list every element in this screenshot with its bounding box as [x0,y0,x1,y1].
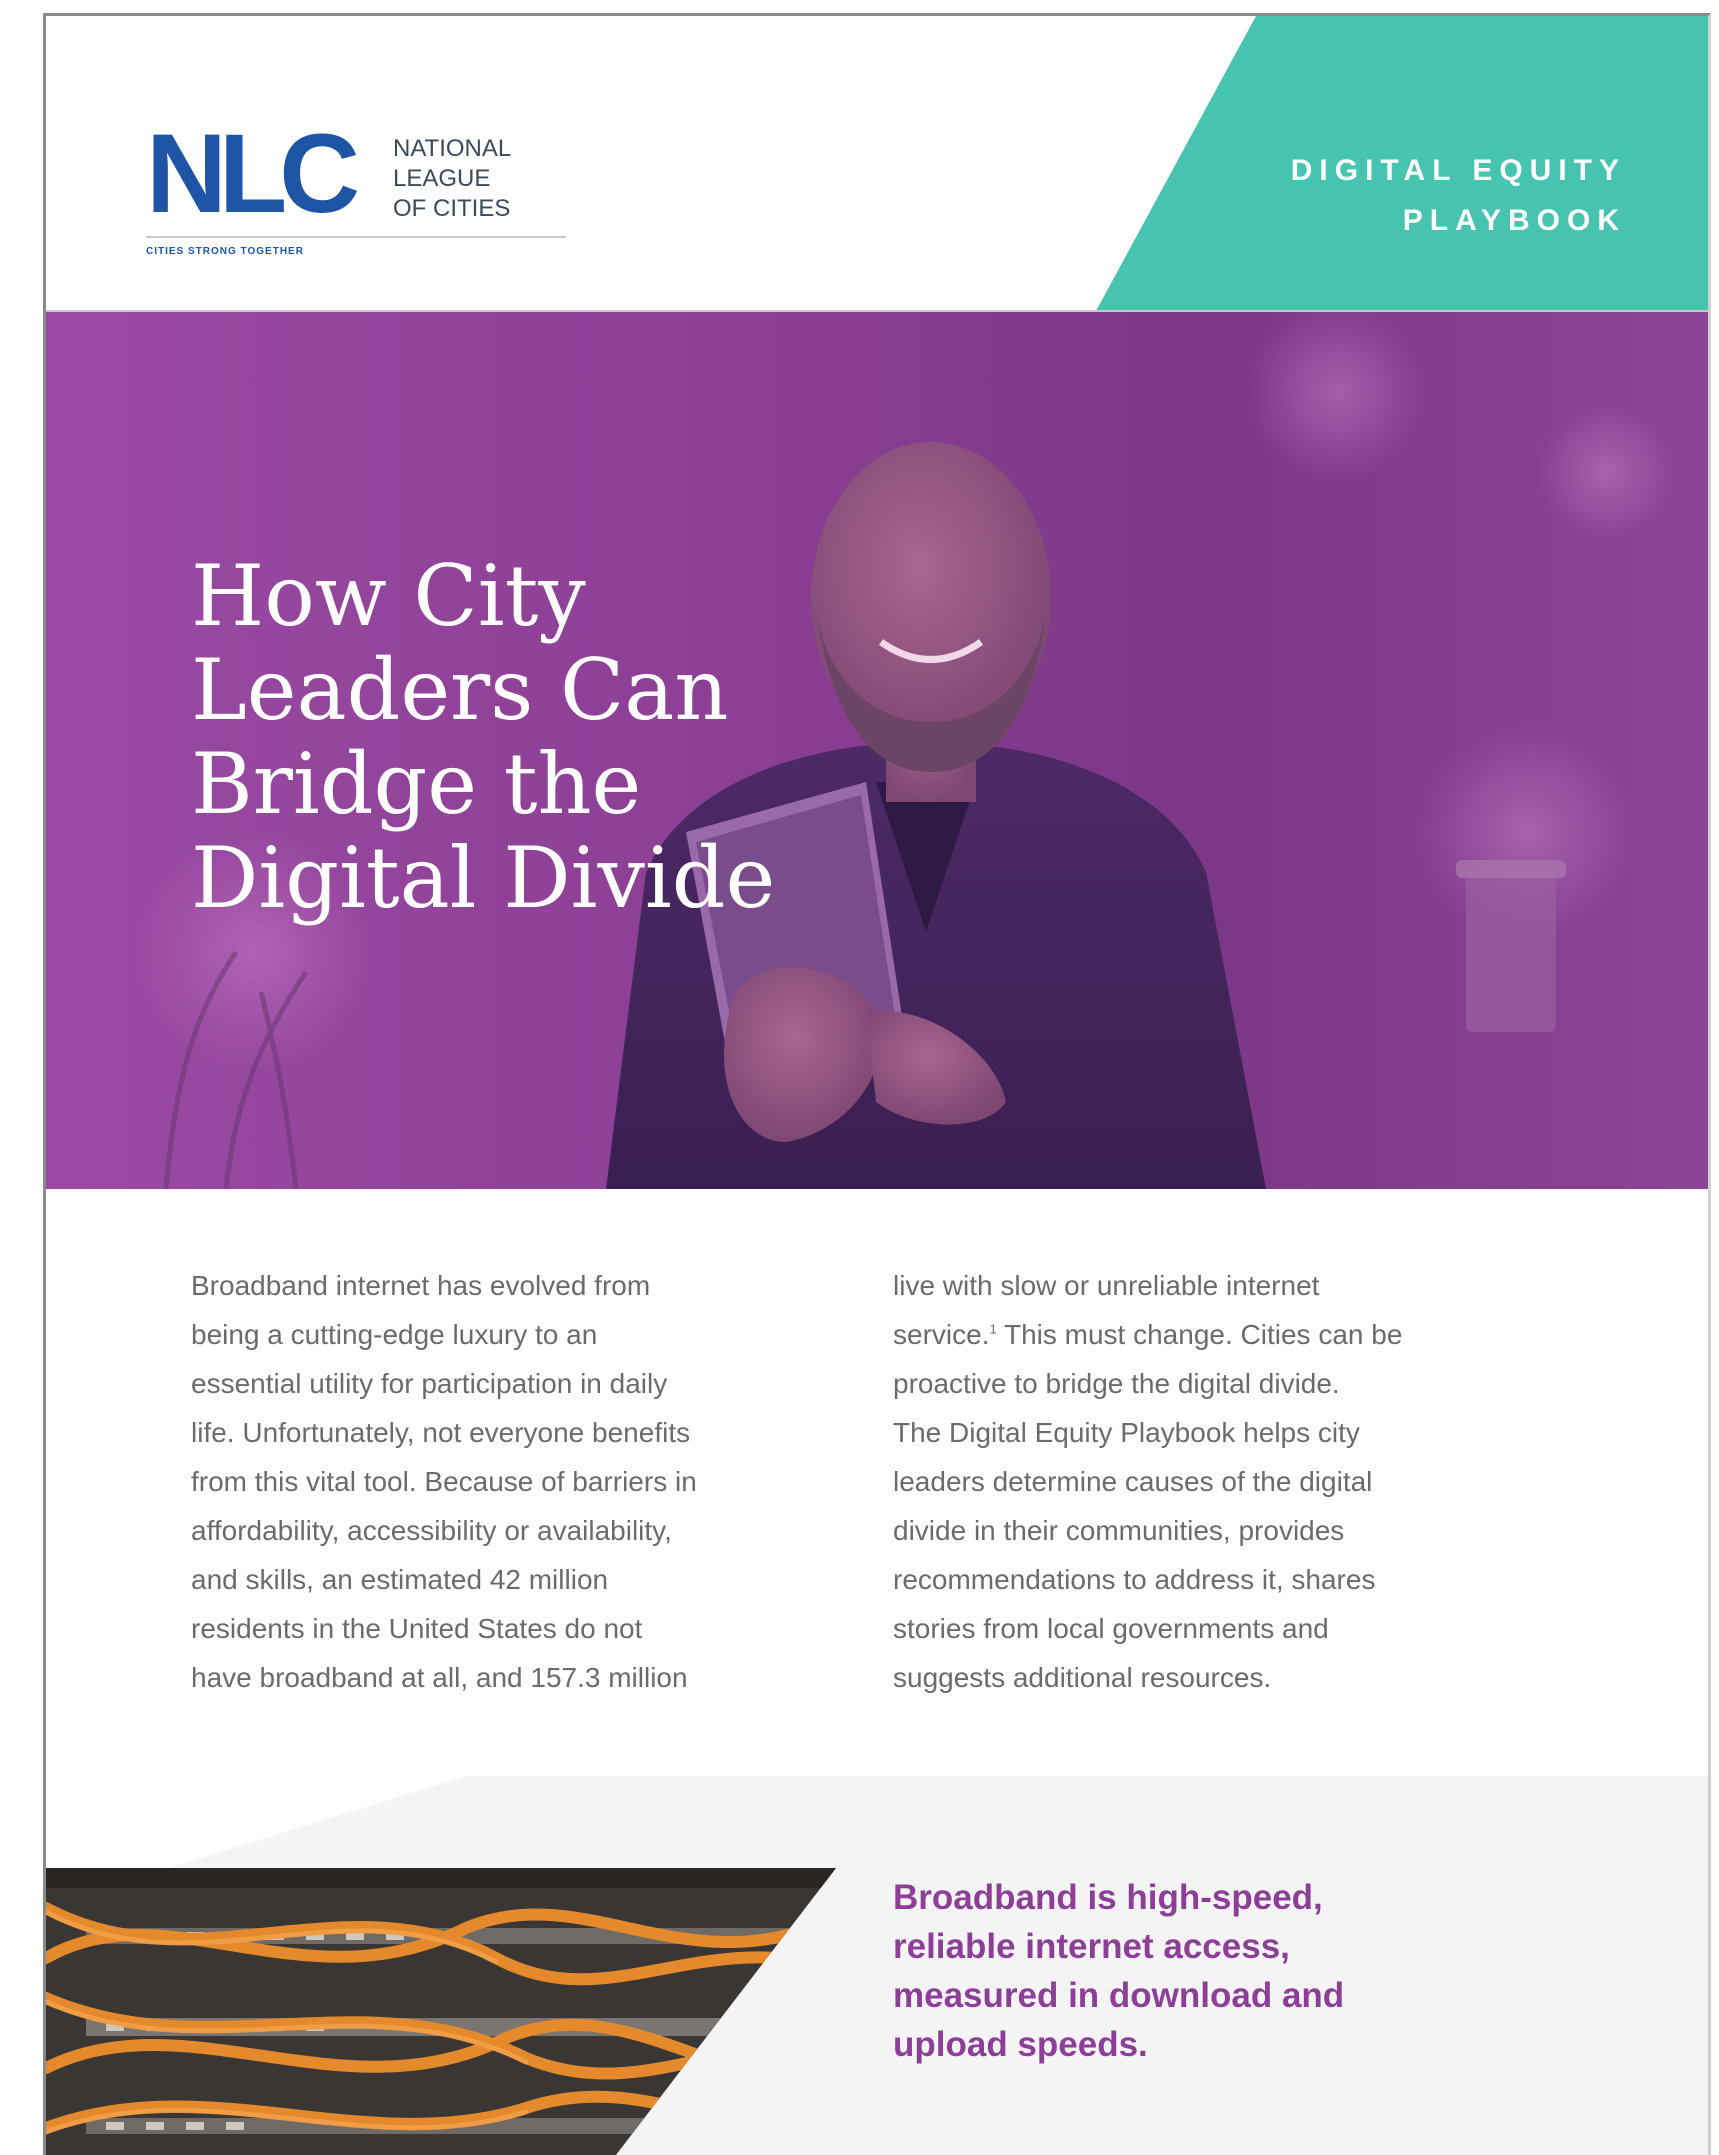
page-title: How City Leaders Can Bridge the Digital … [191,549,811,925]
definition-line: measured in download and [893,1976,1345,2015]
intro-line: suggests additional resources. [893,1662,1272,1693]
logo-mark: NLC [146,111,360,236]
definition-line: reliable internet access, [893,1927,1290,1966]
intro-line-part: This must change. Cities can be [996,1319,1403,1350]
intro-line: Broadband internet has evolved from [191,1270,651,1301]
hero-image: How City Leaders Can Bridge the Digital … [46,312,1708,1189]
logo-org-name-line-1: NATIONAL [393,135,512,162]
series-title-line-2: PLAYBOOK [1402,204,1626,237]
intro-line: and skills, an estimated 42 million [191,1564,609,1595]
intro-line-with-footnote: service.1 This must change. Cities can b… [893,1310,1553,1359]
footnote-marker: 1 [989,1321,997,1337]
intro-line: from this vital tool. Because of barrier… [191,1466,697,1497]
intro-line: proactive to bridge the digital divide. [893,1368,1340,1399]
definition-line: upload speeds. [893,2025,1148,2064]
broadband-definition: Broadband is high-speed, reliable intern… [893,1873,1493,2069]
definition-line: Broadband is high-speed, [893,1878,1323,1917]
intro-line: The Digital Equity Playbook helps city [893,1417,1360,1448]
logo-org-name-line-3: OF CITIES [393,195,511,222]
page-title-line-4: Digital Divide [191,829,776,927]
intro-line: live with slow or unreliable internet [893,1270,1320,1301]
page-header: DIGITAL EQUITY PLAYBOOK NLC NATIONAL LEA… [46,16,1708,312]
intro-line: affordability, accessibility or availabi… [191,1515,672,1546]
playbook-page: DIGITAL EQUITY PLAYBOOK NLC NATIONAL LEA… [43,13,1711,2155]
intro-line-part: service. [893,1319,990,1350]
series-title: DIGITAL EQUITY PLAYBOOK [1206,146,1626,246]
intro-line: stories from local governments and [893,1613,1329,1644]
page-title-line-3: Bridge the [191,735,642,833]
intro-right-column: live with slow or unreliable internet se… [893,1261,1553,1702]
intro-line: divide in their communities, provides [893,1515,1345,1546]
logo-org-name-line-2: LEAGUE [393,165,491,192]
intro-line: essential utility for participation in d… [191,1368,668,1399]
logo-org-name: NATIONAL LEAGUE OF CITIES [393,134,511,224]
nlc-logo: NLC NATIONAL LEAGUE OF CITIES CITIES STR… [146,111,566,274]
logo-tagline: CITIES STRONG TOGETHER [146,246,304,257]
logo-divider [146,236,566,238]
series-title-line-1: DIGITAL EQUITY [1290,154,1626,187]
intro-line: leaders determine causes of the digital [893,1466,1373,1497]
intro-line: residents in the United States do not [191,1613,643,1644]
intro-line: recommendations to address it, shares [893,1564,1376,1595]
intro-left-column: Broadband internet has evolved from bein… [191,1261,851,1702]
intro-line: being a cutting-edge luxury to an [191,1319,598,1350]
page-title-line-1: How City [191,547,586,645]
intro-line: life. Unfortunately, not everyone benefi… [191,1417,691,1448]
intro-line: have broadband at all, and 157.3 million [191,1662,688,1693]
page-title-line-2: Leaders Can [191,641,729,739]
